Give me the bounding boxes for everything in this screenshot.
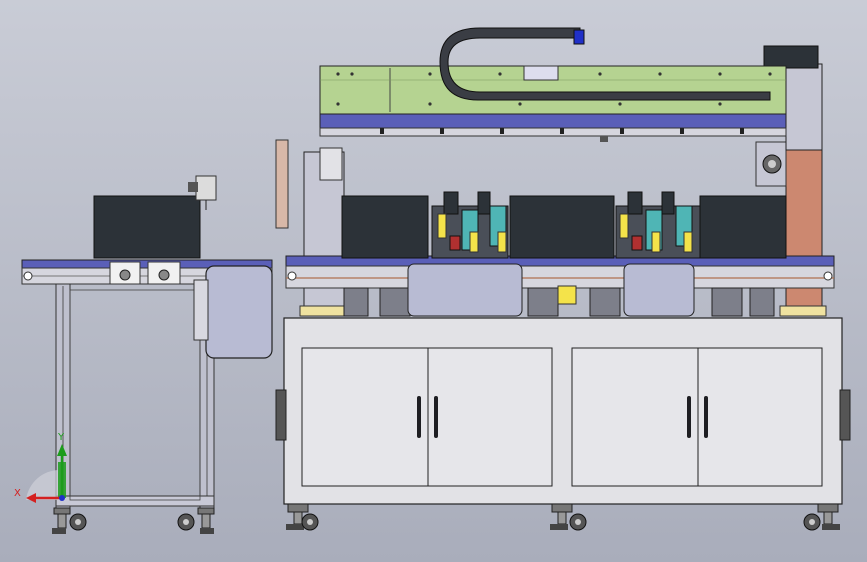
- workpiece-box: [509, 195, 615, 259]
- z-axis-marker: [59, 495, 65, 501]
- cabinet-door-3[interactable]: [571, 347, 699, 487]
- frame-base-rail: [55, 495, 215, 507]
- tool-heads-group-2: [615, 191, 701, 259]
- door-handle[interactable]: [704, 396, 708, 438]
- workpiece-box: [699, 195, 787, 259]
- door-handle[interactable]: [417, 396, 421, 438]
- door-handle[interactable]: [434, 396, 438, 438]
- conveyor-guard-2: [623, 263, 695, 317]
- cabinet-door-4[interactable]: [697, 347, 823, 487]
- cabinet-door-2[interactable]: [427, 347, 553, 487]
- main-conveyor-rail: [285, 265, 835, 289]
- tool-heads-group-1: [431, 191, 509, 259]
- coordinate-triad: X Y: [14, 432, 67, 503]
- left-module-feet: [52, 507, 215, 534]
- cabinet-feet: [286, 503, 840, 531]
- door-handle[interactable]: [687, 396, 691, 438]
- side-panel: [205, 265, 273, 359]
- gantry-beam: [319, 113, 787, 129]
- workpiece-box-left: [93, 195, 201, 259]
- main-machine: [275, 27, 851, 531]
- conveyor-guard-1: [407, 263, 523, 317]
- y-axis-label: Y: [57, 432, 65, 443]
- x-axis-label: X: [14, 488, 21, 499]
- cabinet-door-1[interactable]: [301, 347, 429, 487]
- motor-housing: [763, 45, 819, 69]
- workpiece-box: [341, 195, 429, 259]
- cad-viewport[interactable]: X Y: [0, 0, 867, 562]
